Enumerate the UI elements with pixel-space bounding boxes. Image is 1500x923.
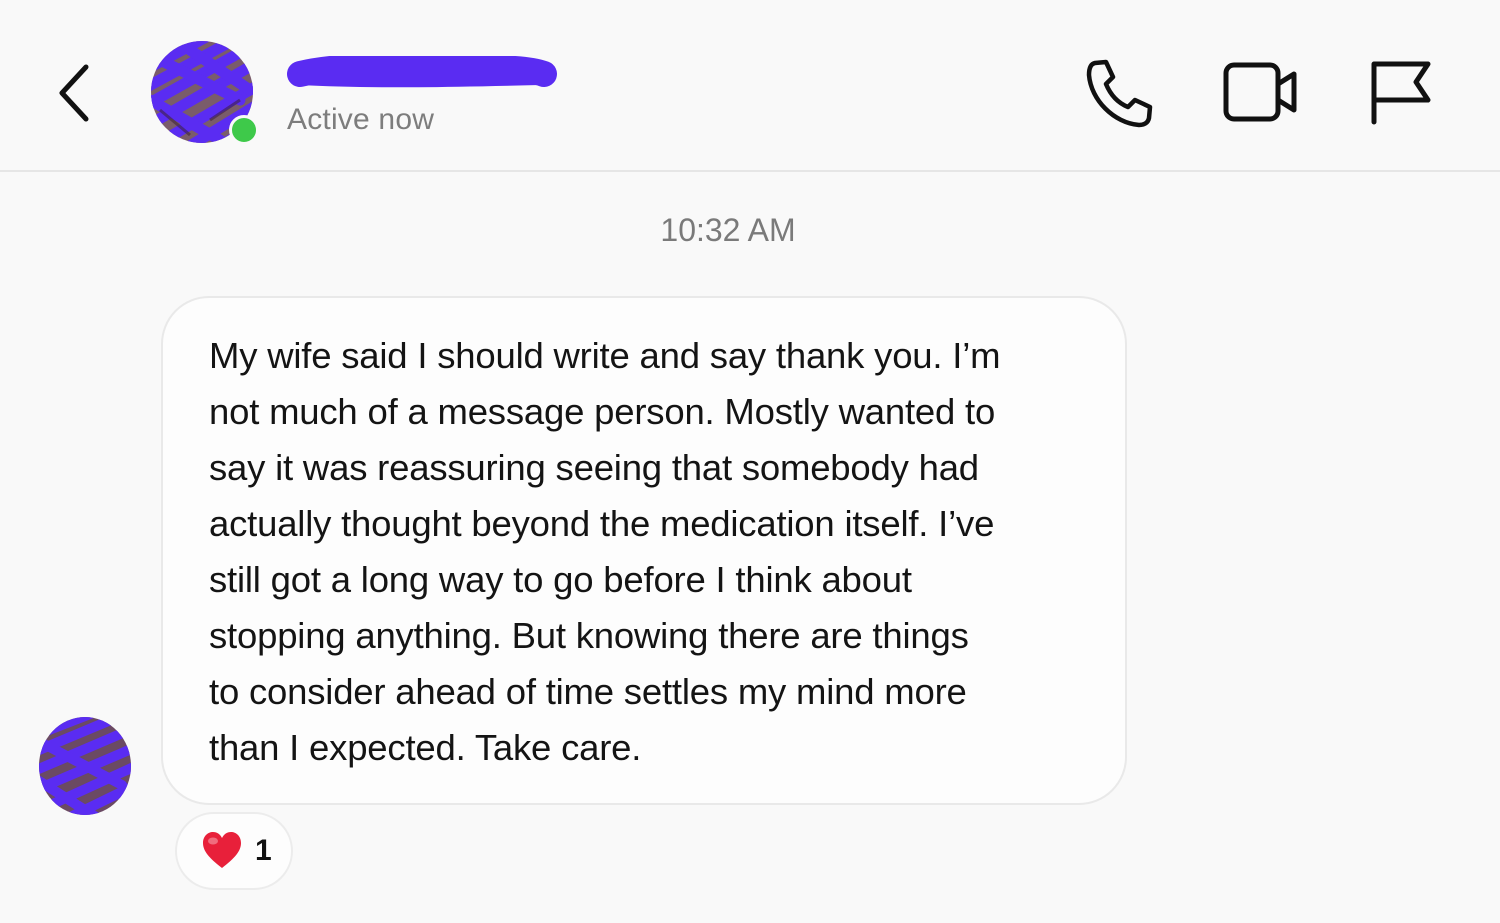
- reaction-count: 1: [255, 834, 272, 867]
- phone-icon: [1086, 59, 1153, 128]
- sender-avatar[interactable]: [36, 713, 134, 817]
- chat-header: Active now: [0, 0, 1500, 172]
- video-call-button[interactable]: [1222, 58, 1300, 128]
- heart-icon: [203, 832, 241, 868]
- message-timestamp: 10:32 AM: [660, 212, 796, 248]
- activity-status: Active now: [287, 103, 435, 136]
- flag-icon: [1371, 61, 1431, 125]
- message-bubble[interactable]: My wife said I should write and say than…: [161, 296, 1127, 805]
- chevron-left-icon: [59, 64, 89, 122]
- video-camera-icon: [1223, 62, 1297, 122]
- message-text: My wife said I should write and say than…: [209, 335, 1001, 768]
- online-status-dot: [229, 115, 259, 145]
- contact-name-redacted: [282, 53, 562, 92]
- voice-call-button[interactable]: [1082, 56, 1156, 130]
- heart-reaction[interactable]: 1: [175, 812, 293, 890]
- back-button[interactable]: [48, 58, 108, 128]
- report-button[interactable]: [1366, 56, 1436, 130]
